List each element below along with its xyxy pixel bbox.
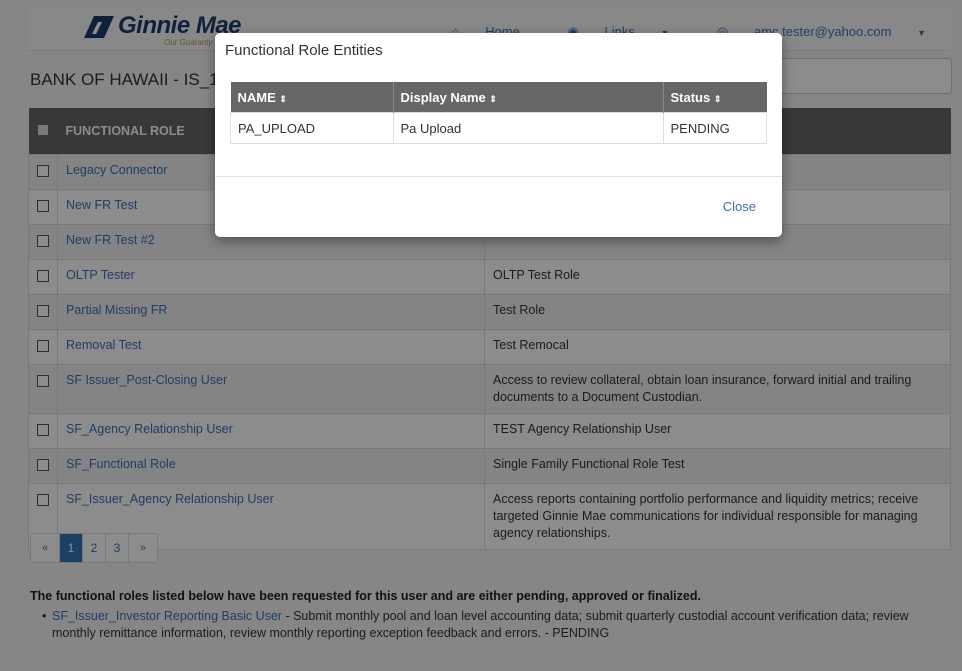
column-header-display-name-label: Display Name [400,89,486,105]
modal-title: Functional Role Entities [225,42,383,59]
table-row: PA_UPLOAD Pa Upload PENDING [230,112,767,144]
entity-status: PENDING [662,112,767,144]
sort-icon: ⇕ [489,93,497,104]
column-header-name-label: NAME [237,89,276,105]
sort-icon: ⇕ [713,93,722,104]
entity-display-name: Pa Upload [392,112,664,144]
close-button[interactable]: Close [723,199,756,214]
sort-icon: ⇕ [279,93,287,104]
column-header-display-name[interactable]: Display Name ⇕ [393,82,664,113]
entities-table: NAME ⇕ Display Name ⇕ Status ⇕ PA_UPLOAD… [230,82,767,144]
functional-role-entities-modal: Functional Role Entities NAME ⇕ Display … [215,33,782,237]
column-header-name[interactable]: NAME ⇕ [230,82,394,113]
modal-divider [215,176,782,177]
column-header-status-label: Status [670,89,711,105]
column-header-status[interactable]: Status ⇕ [663,82,767,113]
entity-name: PA_UPLOAD [230,112,394,144]
